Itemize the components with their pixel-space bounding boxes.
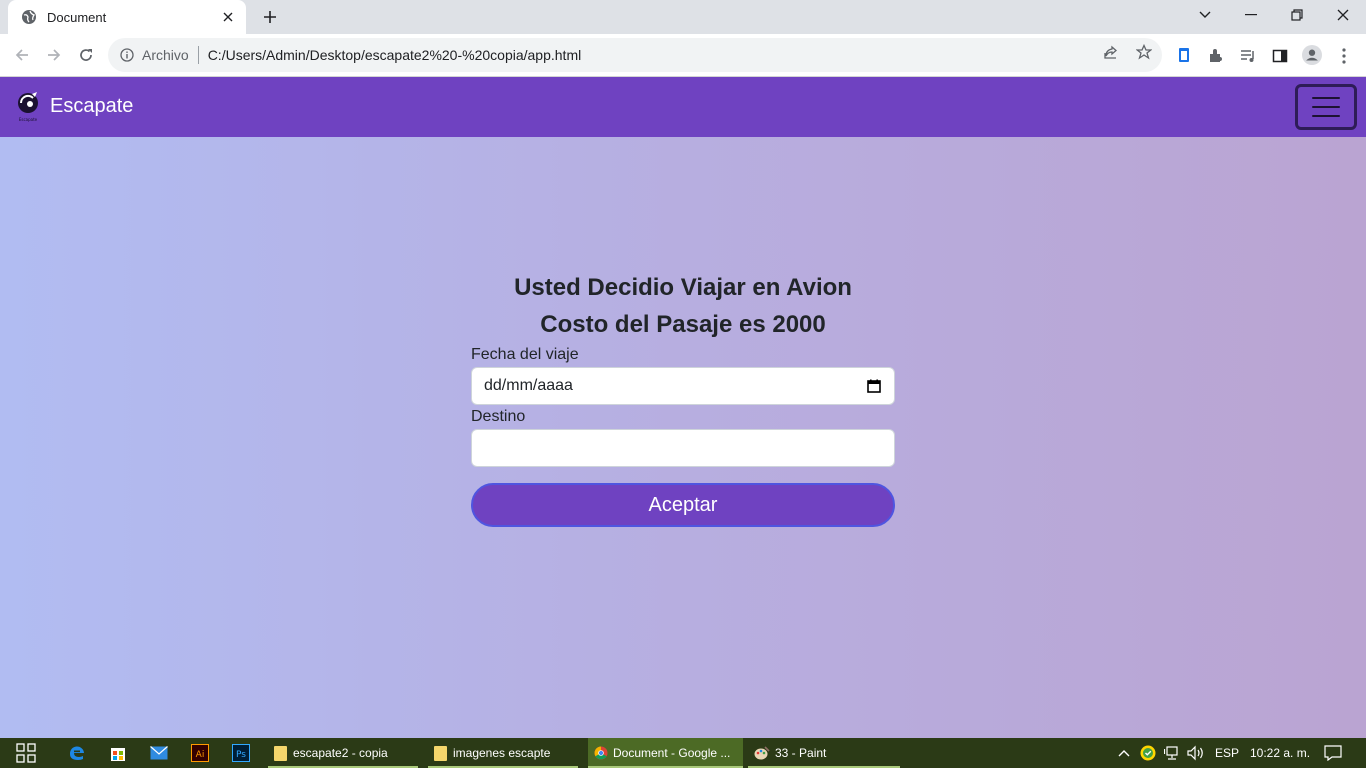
side-panel-icon[interactable] (1270, 46, 1290, 66)
accept-button[interactable]: Aceptar (471, 483, 895, 527)
browser-tab-strip: Document (0, 0, 1366, 34)
forward-icon[interactable] (39, 40, 69, 70)
booking-form: Usted Decidio Viajar en Avion Costo del … (471, 269, 895, 527)
extension-copy-icon[interactable] (1174, 46, 1194, 66)
site-navbar: Escapate Escapate (0, 77, 1366, 137)
svg-text:Ai: Ai (196, 750, 205, 760)
hamburger-icon-bar (1312, 97, 1340, 99)
taskbar-app-label: escapate2 - copia (293, 746, 388, 760)
browser-tab[interactable]: Document (8, 0, 246, 34)
travel-mode-heading: Usted Decidio Viajar en Avion (514, 274, 852, 301)
bookmark-star-icon[interactable] (1135, 43, 1153, 61)
address-url: C:/Users/Admin/Desktop/escapate2%20-%20c… (207, 47, 582, 63)
address-scheme: Archivo (142, 47, 189, 63)
destination-label: Destino (471, 408, 526, 425)
destination-input[interactable] (471, 429, 895, 467)
media-control-icon[interactable] (1238, 46, 1258, 66)
navbar-toggle-button[interactable] (1295, 84, 1357, 130)
browser-toolbar: Archivo C:/Users/Admin/Desktop/escapate2… (0, 34, 1366, 77)
language-indicator[interactable]: ESP (1215, 738, 1239, 768)
close-tab-icon[interactable] (220, 9, 236, 25)
close-window-icon[interactable] (1320, 0, 1366, 30)
notifications-icon[interactable] (1323, 743, 1343, 763)
mail-icon[interactable] (149, 743, 169, 763)
taskbar-app-label: Document - Google ... (613, 746, 731, 760)
brand-name[interactable]: Escapate (50, 95, 133, 118)
date-label: Fecha del viaje (471, 346, 579, 363)
browser-menu-icon[interactable] (1334, 46, 1354, 66)
svg-text:Ps: Ps (236, 750, 246, 760)
taskbar-app-escapate2-copia[interactable]: escapate2 - copia (268, 738, 418, 768)
edge-icon[interactable] (67, 743, 87, 763)
extensions-puzzle-icon[interactable] (1206, 46, 1226, 66)
store-icon[interactable] (108, 743, 128, 763)
hamburger-icon-bar (1312, 115, 1340, 117)
paint-icon (754, 746, 770, 760)
volume-icon[interactable] (1186, 743, 1206, 763)
network-icon[interactable] (1162, 743, 1182, 763)
new-tab-button[interactable] (258, 5, 282, 29)
taskbar-app-paint[interactable]: 33 - Paint (748, 738, 900, 768)
taskbar-app-label: 33 - Paint (775, 746, 827, 760)
globe-icon (21, 9, 37, 25)
tab-title: Document (47, 9, 107, 25)
tab-search-icon[interactable] (1182, 0, 1228, 30)
photoshop-icon[interactable]: Ps (231, 743, 251, 763)
site-info-icon[interactable] (119, 47, 135, 63)
hamburger-icon-bar (1312, 106, 1340, 108)
brand-logo[interactable]: Escapate (16, 91, 40, 123)
taskbar-app-label: imagenes escapte (453, 746, 551, 760)
minimize-icon[interactable] (1228, 0, 1274, 30)
reload-icon[interactable] (71, 40, 101, 70)
page-content: Escapate Escapate Usted Decidio Viajar e… (0, 77, 1366, 738)
clock[interactable]: 10:22 a. m. (1250, 738, 1310, 768)
profile-avatar-icon[interactable] (1302, 45, 1322, 65)
address-bar[interactable]: Archivo C:/Users/Admin/Desktop/escapate2… (108, 38, 1162, 72)
address-divider (197, 46, 199, 64)
illustrator-icon[interactable]: Ai (190, 743, 210, 763)
taskbar-app-imagenes-escapte[interactable]: imagenes escapte (428, 738, 578, 768)
start-grid-icon[interactable] (16, 743, 36, 763)
svg-text:Escapate: Escapate (19, 117, 38, 122)
folder-icon (434, 745, 447, 761)
chrome-icon (594, 746, 608, 760)
folder-icon (274, 745, 287, 761)
windows-taskbar: Ai Ps escapate2 - copia imagenes escapte… (0, 738, 1366, 768)
show-hidden-icons-chevron-icon[interactable] (1114, 743, 1134, 763)
share-icon[interactable] (1102, 43, 1120, 61)
date-placeholder: dd/mm/aaaa (484, 377, 573, 394)
ticket-cost-heading: Costo del Pasaje es 2000 (540, 311, 826, 338)
taskbar-app-chrome-document[interactable]: Document - Google ... (588, 738, 743, 768)
security-shield-icon[interactable] (1138, 743, 1158, 763)
back-icon[interactable] (7, 40, 37, 70)
restore-icon[interactable] (1274, 0, 1320, 30)
date-input[interactable]: dd/mm/aaaa (471, 367, 895, 405)
calendar-icon[interactable] (866, 378, 882, 394)
